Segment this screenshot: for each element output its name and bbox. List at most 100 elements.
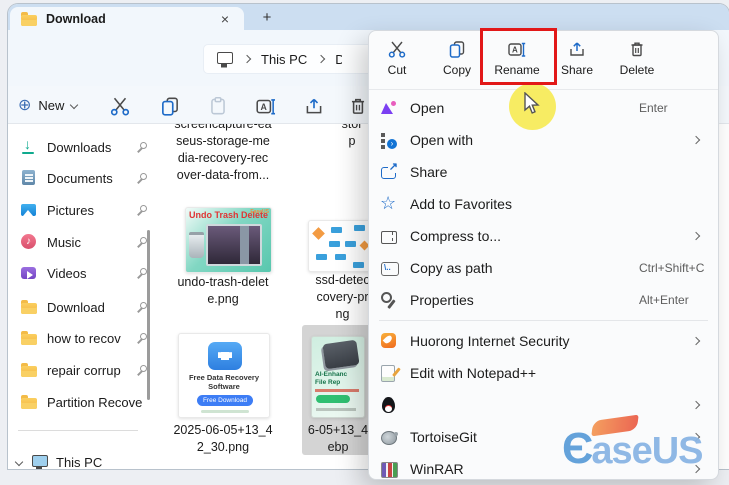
notepadpp-icon bbox=[380, 364, 398, 382]
screenshot-graphic bbox=[206, 224, 262, 266]
file-label-truncated[interactable]: screencapture-ea seus-storage-me dia-rec… bbox=[138, 116, 308, 184]
sidebar-item[interactable]: how to recov bbox=[20, 324, 148, 352]
trash-icon bbox=[351, 98, 365, 114]
documents-icon bbox=[20, 169, 38, 187]
new-tab-button[interactable]: + bbox=[256, 8, 278, 28]
sidebar-item[interactable]: Documents bbox=[20, 164, 148, 192]
context-menu-item[interactable]: Open with bbox=[374, 124, 713, 156]
file-label[interactable]: 6-05+13_4 ebp bbox=[302, 422, 374, 456]
paste-button[interactable] bbox=[200, 95, 236, 119]
folder-icon bbox=[20, 393, 38, 411]
file-label[interactable]: 2025-06-05+13_4 2_30.png bbox=[148, 422, 298, 456]
scissors-icon bbox=[388, 41, 406, 58]
open-with-icon bbox=[380, 131, 398, 149]
qq-icon bbox=[380, 396, 398, 414]
submenu-chevron-icon bbox=[691, 135, 701, 145]
svg-text:A: A bbox=[261, 102, 268, 112]
cut-command[interactable]: Cut bbox=[369, 39, 425, 89]
file-thumbnail-free-data-recovery[interactable]: Free Data Recovery Software Free Downloa… bbox=[178, 333, 270, 418]
share-icon bbox=[306, 98, 322, 114]
trash-can-graphic bbox=[189, 232, 204, 258]
tortoisegit-icon bbox=[380, 428, 398, 446]
shortcut-label: Ctrl+Shift+C bbox=[639, 261, 705, 275]
cut-button[interactable] bbox=[102, 95, 138, 119]
copy-icon bbox=[162, 97, 178, 116]
zip-folder-icon bbox=[380, 227, 398, 245]
share-command[interactable]: Share bbox=[549, 39, 605, 89]
scissors-icon bbox=[110, 97, 130, 116]
rename-icon: A bbox=[256, 99, 276, 115]
downloads-icon bbox=[20, 136, 38, 156]
folder-icon bbox=[20, 298, 38, 316]
pin-icon bbox=[136, 172, 148, 184]
tab-title: Download bbox=[46, 11, 106, 26]
context-menu-item[interactable]: Share bbox=[374, 156, 713, 188]
share-button[interactable] bbox=[296, 95, 332, 119]
file-thumbnail-ai-file-repair[interactable]: AI-Enhanc File Rep bbox=[311, 336, 365, 418]
copy-button[interactable] bbox=[152, 95, 188, 119]
context-menu-item[interactable]: Copy as path Ctrl+Shift+C bbox=[374, 252, 713, 284]
sidebar-item[interactable]: repair corrup bbox=[20, 356, 148, 384]
delete-command[interactable]: Delete bbox=[609, 39, 665, 89]
tab-download[interactable]: Download × bbox=[10, 7, 244, 30]
easeus-watermark: Є aseUS bbox=[562, 414, 728, 473]
context-menu-item[interactable]: Add to Favorites bbox=[374, 188, 713, 220]
file-3d-graphic bbox=[322, 339, 360, 370]
pin-icon bbox=[136, 141, 148, 153]
sidebar-separator bbox=[18, 430, 138, 431]
sidebar-item[interactable]: Music bbox=[20, 228, 148, 256]
videos-icon bbox=[20, 264, 38, 282]
sidebar-item[interactable]: Downloads bbox=[20, 133, 148, 161]
context-menu-item[interactable]: Edit with Notepad++ bbox=[374, 357, 713, 389]
shortcut-label: Enter bbox=[639, 101, 668, 115]
plus-circle-icon: ⊕ bbox=[18, 97, 32, 114]
sidebar-item[interactable]: Download bbox=[20, 293, 148, 321]
huorong-icon bbox=[380, 332, 398, 350]
submenu-chevron-icon bbox=[691, 400, 701, 410]
sidebar-item[interactable]: Videos bbox=[20, 259, 148, 287]
sidebar-item[interactable]: Partition Recove bbox=[20, 388, 148, 416]
copy-command[interactable]: Copy bbox=[429, 39, 485, 89]
share-icon bbox=[570, 42, 584, 56]
folder-icon bbox=[20, 361, 38, 379]
paste-icon bbox=[211, 96, 225, 115]
music-icon bbox=[20, 233, 38, 251]
copy-icon bbox=[449, 41, 465, 58]
rename-button[interactable]: A bbox=[248, 95, 284, 119]
breadcrumb-download[interactable]: Download bbox=[335, 52, 342, 67]
tab-close-icon[interactable]: × bbox=[216, 11, 234, 27]
file-thumbnail-flowchart[interactable] bbox=[308, 220, 373, 272]
menu-separator bbox=[379, 320, 708, 321]
context-menu-item[interactable]: Compress to... bbox=[374, 220, 713, 252]
file-label[interactable]: undo-trash-delet e.png bbox=[148, 274, 298, 308]
context-menu-item[interactable] bbox=[374, 389, 713, 421]
this-pc-icon bbox=[215, 50, 233, 68]
pin-icon bbox=[136, 204, 148, 216]
sidebar-item[interactable]: Pictures bbox=[20, 196, 148, 224]
sidebar-item-this-pc[interactable]: This PC bbox=[8, 448, 154, 469]
star-icon bbox=[380, 194, 398, 213]
wrench-icon bbox=[380, 291, 398, 309]
share-arrow-icon bbox=[380, 160, 398, 181]
chevron-down-icon bbox=[70, 100, 79, 110]
breadcrumb-chevron-icon bbox=[316, 54, 326, 64]
shortcut-label: Alt+Enter bbox=[639, 293, 689, 307]
context-menu-item[interactable]: Properties Alt+Enter bbox=[374, 284, 713, 316]
winrar-icon bbox=[380, 460, 398, 478]
trash-icon bbox=[631, 42, 643, 57]
sidebar-scrollbar[interactable] bbox=[147, 230, 150, 400]
file-thumbnail-undo-trash-delete[interactable]: Undo Trash Delete EaseUS bbox=[185, 207, 272, 273]
folder-icon bbox=[20, 10, 38, 28]
submenu-chevron-icon bbox=[691, 336, 701, 346]
mouse-cursor-icon bbox=[524, 92, 541, 116]
rename-highlight-box bbox=[480, 28, 557, 85]
sidebar: Downloads Documents Pictures Music Video… bbox=[8, 124, 154, 469]
folder-icon bbox=[20, 329, 38, 347]
context-menu-item[interactable]: Huorong Internet Security bbox=[374, 325, 713, 357]
breadcrumb-this-pc[interactable]: This PC bbox=[261, 52, 307, 67]
expand-chevron-icon[interactable] bbox=[14, 457, 24, 467]
screenshot-root: { "window": { "tab": { "title": "Downloa… bbox=[0, 0, 729, 480]
app-open-icon bbox=[380, 99, 398, 117]
new-button[interactable]: ⊕ New bbox=[18, 92, 79, 118]
breadcrumb-chevron-icon bbox=[242, 54, 252, 64]
